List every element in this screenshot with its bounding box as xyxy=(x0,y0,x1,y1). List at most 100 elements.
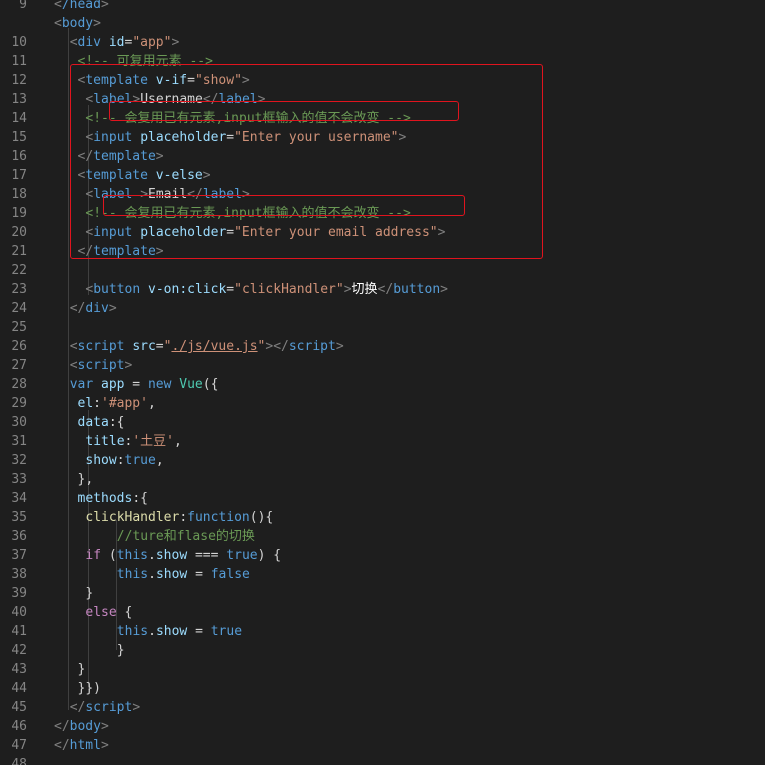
code-line[interactable]: 10 <div id="app"> xyxy=(0,33,765,52)
line-code: el:'#app', xyxy=(70,394,156,413)
line-number: 22 xyxy=(11,263,27,278)
code-line[interactable]: 38 this.show = false xyxy=(0,565,765,584)
line-code: </script> xyxy=(70,698,140,717)
code-token: new xyxy=(147,377,172,392)
line-number: 35 xyxy=(11,510,27,525)
comment-highlight-box-2 xyxy=(103,195,465,216)
code-line[interactable]: 23 <button v-on:click="clickHandler">切换</… xyxy=(0,280,765,299)
code-line[interactable]: 39 } xyxy=(0,584,765,603)
code-line[interactable]: 31 title:'土豆', xyxy=(0,432,765,451)
code-line[interactable]: 25 xyxy=(0,318,765,337)
line-number: 23 xyxy=(11,282,27,297)
code-token: this xyxy=(116,624,149,639)
code-line[interactable]: 42} xyxy=(0,641,765,660)
code-token: id xyxy=(108,35,125,50)
line-code: var app = new Vue({ xyxy=(70,375,219,394)
line-code: </div> xyxy=(70,299,117,318)
code-token: = xyxy=(155,339,164,354)
code-line[interactable]: 9 </head> xyxy=(0,0,765,14)
code-line[interactable]: 44 }}) xyxy=(0,679,765,698)
code-token: title xyxy=(85,434,125,449)
code-token: > xyxy=(343,282,352,297)
code-token: > xyxy=(132,700,141,715)
code-token: > xyxy=(93,16,101,31)
code-line[interactable]: 48 xyxy=(0,755,765,765)
line-code: //ture和flase的切换 xyxy=(117,527,255,546)
line-number: 46 xyxy=(11,719,27,734)
code-token: "clickHandler" xyxy=(234,282,344,297)
code-token: clickHandler xyxy=(85,510,180,525)
code-token: show xyxy=(85,453,117,468)
code-token: data xyxy=(77,415,109,430)
code-token: > xyxy=(100,0,109,12)
line-code: this.show = false xyxy=(117,565,250,584)
code-token: </ xyxy=(69,700,86,715)
code-token: html xyxy=(69,738,101,753)
code-line[interactable]: 40 else { xyxy=(0,603,765,622)
line-number: 10 xyxy=(11,35,27,50)
code-token: this xyxy=(116,548,149,563)
code-token: script xyxy=(288,339,336,354)
code-line[interactable]: 33 }, xyxy=(0,470,765,489)
code-line[interactable]: 34 methods:{ xyxy=(0,489,765,508)
code-line[interactable]: 46 </body> xyxy=(0,717,765,736)
code-line[interactable]: 28 var app = new Vue({ xyxy=(0,375,765,394)
code-token: var xyxy=(69,377,94,392)
line-number: 45 xyxy=(11,700,27,715)
code-token: </ xyxy=(69,301,86,316)
code-token: body xyxy=(61,16,94,31)
line-number: 14 xyxy=(11,111,27,126)
code-line[interactable]: 37 if (this.show === true) { xyxy=(0,546,765,565)
line-number: 21 xyxy=(11,244,27,259)
code-token: Vue xyxy=(179,377,203,392)
line-code: else { xyxy=(85,603,132,622)
line-number: 13 xyxy=(11,92,27,107)
code-token: show xyxy=(155,548,188,563)
code-token: > xyxy=(100,738,109,753)
code-line[interactable]: 45 </script> xyxy=(0,698,765,717)
code-token: > xyxy=(335,339,344,354)
code-token: , xyxy=(147,396,156,411)
code-line[interactable]: 36 //ture和flase的切换 xyxy=(0,527,765,546)
code-line[interactable]: 26 <script src="./js/vue.js"></script> xyxy=(0,337,765,356)
code-token: 切换 xyxy=(351,282,378,297)
line-number: 39 xyxy=(11,586,27,601)
code-line[interactable]: 29 el:'#app', xyxy=(0,394,765,413)
code-token: if xyxy=(85,548,102,563)
code-token: > xyxy=(100,719,109,734)
line-number: 27 xyxy=(11,358,27,373)
code-editor[interactable]: 9 </head> <body> 10 <div id="app"> 11 <!-- 可复… xyxy=(0,0,765,765)
code-line[interactable]: 43 } xyxy=(0,660,765,679)
code-token: === xyxy=(187,548,227,563)
code-line[interactable]: 30 data:{ xyxy=(0,413,765,432)
code-token: :{ xyxy=(132,491,148,506)
code-token: }}) xyxy=(69,681,102,696)
code-line[interactable]: 32 show:true, xyxy=(0,451,765,470)
code-token: } xyxy=(116,643,125,658)
line-code: this.show = true xyxy=(117,622,242,641)
code-line[interactable]: 24 </div> xyxy=(0,299,765,318)
code-line[interactable]: 22 xyxy=(0,261,765,280)
code-token: v-on:click xyxy=(148,282,227,297)
code-line[interactable]: 47 </html> xyxy=(0,736,765,755)
code-line[interactable]: 27 <script> xyxy=(0,356,765,375)
line-number: 29 xyxy=(11,396,27,411)
code-token: script xyxy=(77,339,125,354)
code-token: </ xyxy=(54,719,70,734)
code-token: //ture和flase的切换 xyxy=(116,529,255,544)
line-code: </head> xyxy=(54,0,109,14)
line-number: 19 xyxy=(11,206,27,221)
code-line[interactable]: <body> xyxy=(0,14,765,33)
line-code: <script src="./js/vue.js"></script> xyxy=(70,337,344,356)
code-token: > xyxy=(440,282,448,297)
code-token: , xyxy=(155,453,164,468)
line-number: 41 xyxy=(11,624,27,639)
code-line[interactable]: 41 this.show = true xyxy=(0,622,765,641)
line-number: 34 xyxy=(11,491,27,506)
code-line[interactable]: 35 clickHandler:function(){ xyxy=(0,508,765,527)
line-number: 42 xyxy=(11,643,27,658)
code-token: } xyxy=(69,662,86,677)
